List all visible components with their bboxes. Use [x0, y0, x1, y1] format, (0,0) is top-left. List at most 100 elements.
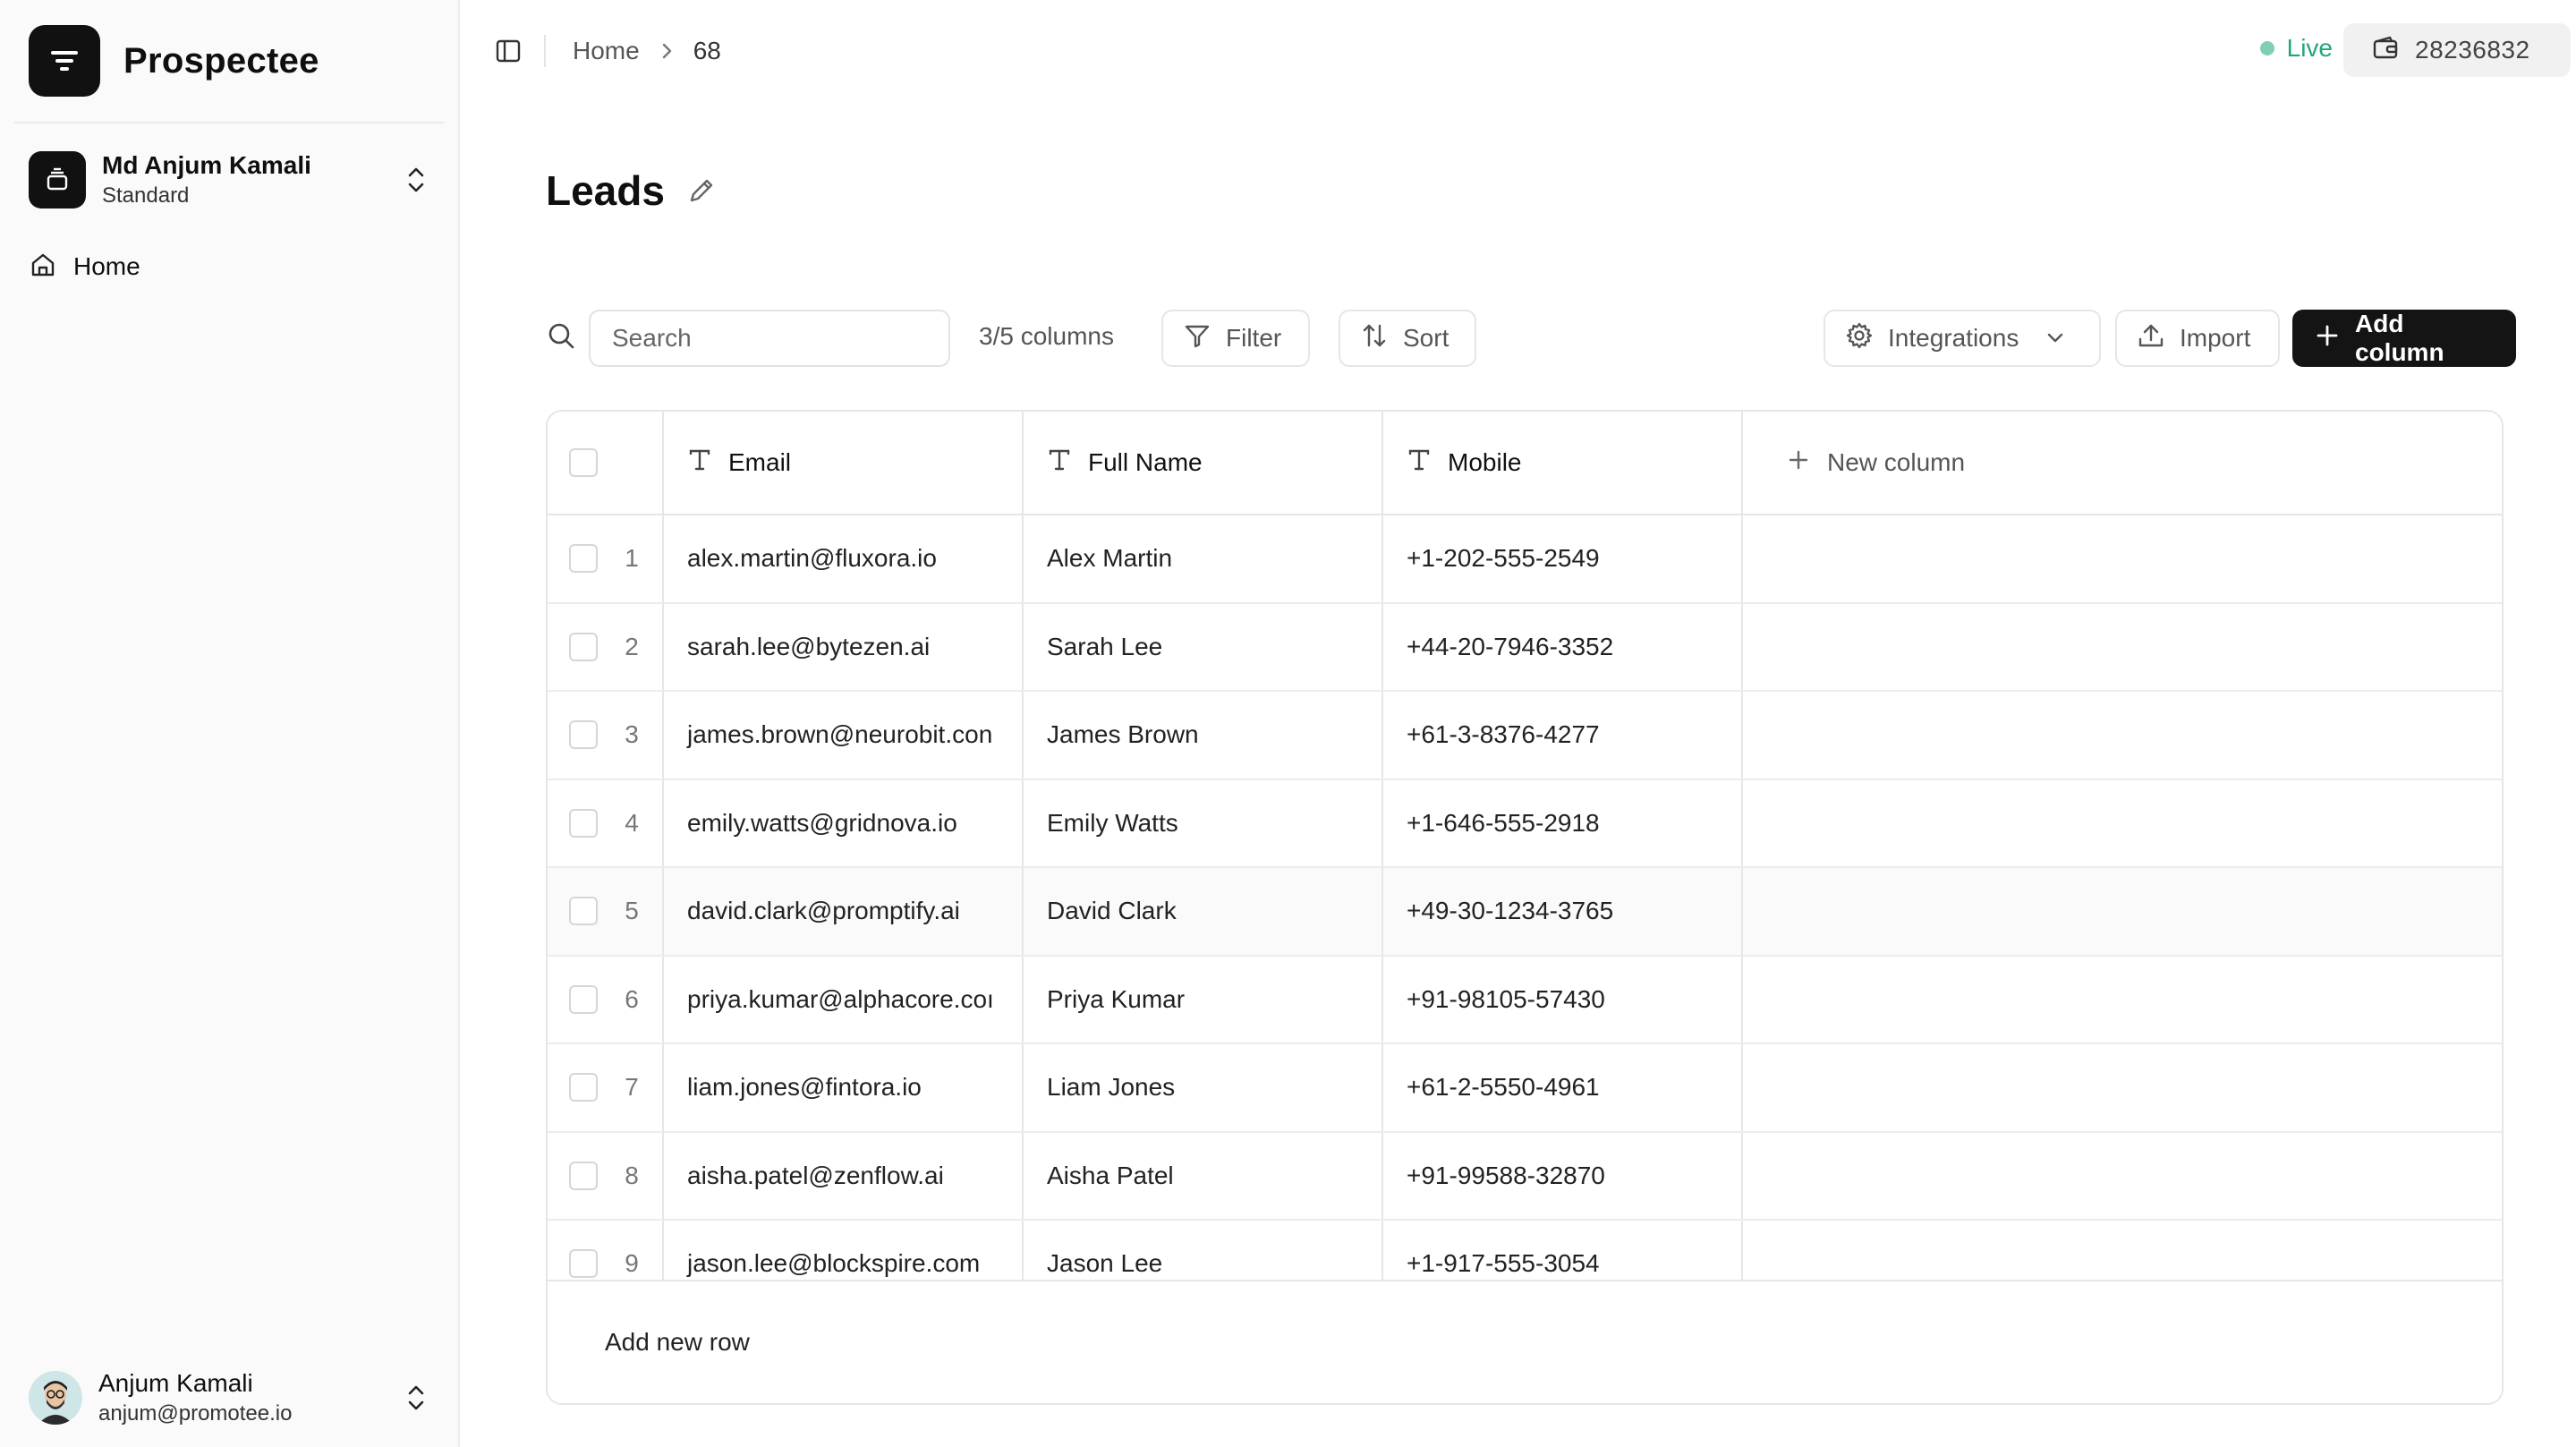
- pencil-icon[interactable]: [686, 175, 717, 206]
- filter-button[interactable]: Filter: [1161, 310, 1310, 367]
- row-select-cell: 1: [548, 515, 664, 602]
- table-row[interactable]: 7 liam.jones@fintora.io Liam Jones +61-2-55…: [548, 1044, 2502, 1133]
- chevrons-up-down-icon[interactable]: [403, 1380, 429, 1416]
- cell-full-name[interactable]: Liam Jones: [1024, 1044, 1383, 1131]
- sidebar: Prospectee Md Anjum Kamali Standard Home…: [0, 0, 460, 1447]
- sidebar-toggle-icon[interactable]: [492, 35, 524, 67]
- table-row[interactable]: 9 jason.lee@blockspire.com Jason Lee +1-917…: [548, 1221, 2502, 1283]
- row-number: 9: [625, 1249, 639, 1278]
- cell-full-name[interactable]: Priya Kumar: [1024, 956, 1383, 1043]
- main-content: Home 68 Live 28236832 Leads Search 3/5 c…: [460, 0, 2576, 1447]
- sidebar-item-home[interactable]: Home: [14, 238, 444, 295]
- table-row[interactable]: 5 david.clark@promptify.ai David Clark +49-…: [548, 868, 2502, 957]
- text-type-icon: [1407, 447, 1432, 479]
- brand-name: Prospectee: [123, 40, 319, 81]
- cell-mobile[interactable]: +44-20-7946-3352: [1383, 603, 1743, 690]
- cell-email[interactable]: aisha.patel@zenflow.ai: [664, 1132, 1024, 1219]
- add-new-row-button[interactable]: Add new row: [548, 1280, 2502, 1403]
- cell-mobile[interactable]: +61-3-8376-4277: [1383, 692, 1743, 779]
- search-input[interactable]: [589, 310, 950, 367]
- row-checkbox[interactable]: [569, 544, 598, 574]
- row-select-cell: 6: [548, 956, 664, 1043]
- account-plan: Standard: [102, 183, 190, 208]
- row-checkbox[interactable]: [569, 808, 598, 838]
- cell-empty[interactable]: [1743, 957, 2502, 1043]
- table-toolbar: 3/5 columns Filter: [546, 308, 2516, 367]
- cell-empty[interactable]: [1743, 868, 2502, 955]
- table-header: Email Full Name Mobile New column: [548, 412, 2502, 515]
- cell-email[interactable]: sarah.lee@bytezen.ai: [664, 603, 1024, 690]
- cell-email[interactable]: james.brown@neurobit.con: [664, 692, 1024, 779]
- credits-badge[interactable]: 28236832: [2343, 23, 2571, 77]
- table-row[interactable]: 2 sarah.lee@bytezen.ai Sarah Lee +44-20-794…: [548, 603, 2502, 692]
- app-window: Prospectee Md Anjum Kamali Standard Home…: [0, 0, 2576, 1447]
- row-checkbox[interactable]: [569, 897, 598, 926]
- text-type-icon: [1047, 447, 1072, 479]
- cell-full-name[interactable]: Aisha Patel: [1024, 1132, 1383, 1219]
- row-checkbox[interactable]: [569, 1073, 598, 1102]
- cell-mobile[interactable]: +1-917-555-3054: [1383, 1221, 1743, 1283]
- row-checkbox[interactable]: [569, 632, 598, 661]
- cell-email[interactable]: emily.watts@gridnova.io: [664, 779, 1024, 866]
- user-menu[interactable]: Anjum Kamali anjum@promotee.io: [0, 1349, 458, 1447]
- integrations-dropdown[interactable]: Integrations: [1824, 310, 2101, 367]
- cell-mobile[interactable]: +91-98105-57430: [1383, 956, 1743, 1043]
- cell-email[interactable]: david.clark@promptify.ai: [664, 868, 1024, 955]
- column-header-email[interactable]: Email: [664, 412, 1024, 514]
- filter-icon: [1183, 321, 1211, 356]
- workspace-icon: [29, 151, 86, 209]
- cell-mobile[interactable]: +61-2-5550-4961: [1383, 1044, 1743, 1131]
- cell-email[interactable]: priya.kumar@alphacore.coı: [664, 956, 1024, 1043]
- cell-empty[interactable]: [1743, 1044, 2502, 1131]
- prospectee-logo-icon[interactable]: [29, 25, 100, 97]
- row-checkbox[interactable]: [569, 1249, 598, 1279]
- chevrons-up-down-icon[interactable]: [403, 162, 429, 198]
- cell-empty[interactable]: [1743, 1221, 2502, 1283]
- cell-mobile[interactable]: +91-99588-32870: [1383, 1132, 1743, 1219]
- cell-email[interactable]: jason.lee@blockspire.com: [664, 1221, 1024, 1283]
- cell-email[interactable]: alex.martin@fluxora.io: [664, 515, 1024, 602]
- row-select-cell: 5: [548, 868, 664, 955]
- table-row[interactable]: 6 priya.kumar@alphacore.coı Priya Kumar +91…: [548, 956, 2502, 1044]
- table-row[interactable]: 4 emily.watts@gridnova.io Emily Watts +1-64…: [548, 779, 2502, 868]
- add-column-button[interactable]: Add column: [2292, 310, 2516, 367]
- cell-empty[interactable]: [1743, 515, 2502, 602]
- columns-count: 3/5 columns: [979, 322, 1114, 350]
- cell-empty[interactable]: [1743, 604, 2502, 691]
- column-header-mobile[interactable]: Mobile: [1383, 412, 1743, 514]
- cell-full-name[interactable]: David Clark: [1024, 868, 1383, 955]
- account-switcher[interactable]: Md Anjum Kamali Standard: [0, 131, 458, 229]
- table-row[interactable]: 3 james.brown@neurobit.con James Brown +61-…: [548, 692, 2502, 780]
- cell-mobile[interactable]: +1-202-555-2549: [1383, 515, 1743, 602]
- new-column-button[interactable]: New column: [1743, 412, 2502, 514]
- divider: [544, 35, 546, 67]
- cell-empty[interactable]: [1743, 692, 2502, 779]
- cell-mobile[interactable]: +1-646-555-2918: [1383, 779, 1743, 866]
- row-select-cell: 7: [548, 1044, 664, 1131]
- table-body: 1 alex.martin@fluxora.io Alex Martin +1-202…: [548, 515, 2502, 1283]
- cell-full-name[interactable]: James Brown: [1024, 692, 1383, 779]
- cell-mobile[interactable]: +49-30-1234-3765: [1383, 868, 1743, 955]
- cell-full-name[interactable]: Jason Lee: [1024, 1221, 1383, 1283]
- import-button[interactable]: Import: [2115, 310, 2280, 367]
- cell-empty[interactable]: [1743, 1133, 2502, 1220]
- row-checkbox[interactable]: [569, 984, 598, 1014]
- row-select-cell: 3: [548, 692, 664, 779]
- column-header-full-name[interactable]: Full Name: [1024, 412, 1383, 514]
- sort-button[interactable]: Sort: [1339, 310, 1476, 367]
- row-select-cell: 4: [548, 779, 664, 866]
- table-row[interactable]: 1 alex.martin@fluxora.io Alex Martin +1-202…: [548, 515, 2502, 604]
- cell-full-name[interactable]: Emily Watts: [1024, 779, 1383, 866]
- cell-full-name[interactable]: Alex Martin: [1024, 515, 1383, 602]
- cell-full-name[interactable]: Sarah Lee: [1024, 603, 1383, 690]
- breadcrumb-home[interactable]: Home: [573, 37, 640, 65]
- row-select-cell: 9: [548, 1221, 664, 1283]
- chevron-right-icon: [659, 41, 674, 61]
- page-header: Leads: [546, 166, 717, 215]
- row-checkbox[interactable]: [569, 720, 598, 750]
- table-row[interactable]: 8 aisha.patel@zenflow.ai Aisha Patel +91-99…: [548, 1132, 2502, 1221]
- select-all-checkbox[interactable]: [569, 448, 598, 477]
- row-checkbox[interactable]: [569, 1161, 598, 1190]
- cell-empty[interactable]: [1743, 780, 2502, 867]
- cell-email[interactable]: liam.jones@fintora.io: [664, 1044, 1024, 1131]
